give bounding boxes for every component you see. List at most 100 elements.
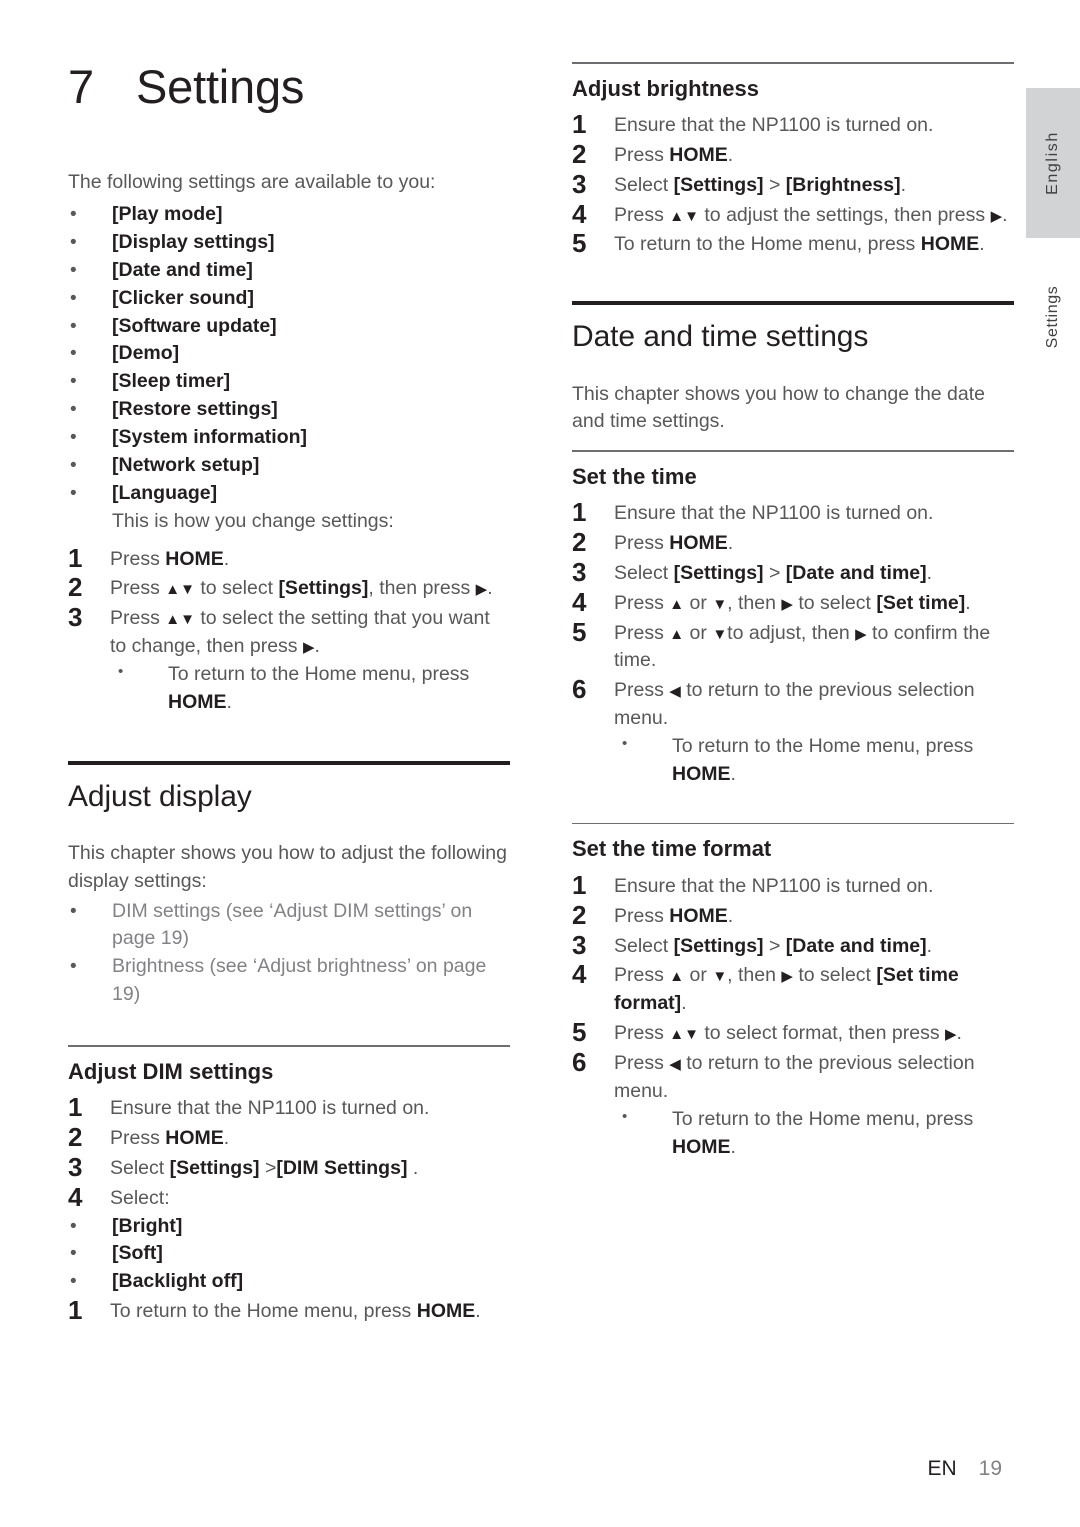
how-to-line: This is how you change settings: xyxy=(68,508,510,536)
step-text-post: . xyxy=(475,1300,481,1323)
bullet-icon: • xyxy=(70,427,77,449)
note-text-post: . xyxy=(730,762,736,785)
step-item: 3 Select [Settings] >[DIM Settings] . xyxy=(68,1152,510,1183)
cross-reference-link[interactable]: Brightness (see ‘Adjust brightness’ on p… xyxy=(112,953,510,1009)
step-text-mid: > xyxy=(259,1156,277,1179)
step-text-pre: Press xyxy=(110,1126,166,1149)
bullet-icon: • xyxy=(70,259,77,281)
list-item: • [Language] xyxy=(68,480,510,508)
step-text: Ensure that the NP1100 is turned on. xyxy=(110,1097,430,1120)
step-item: 3 Press ▲▼ to select the setting that yo… xyxy=(68,603,510,661)
cross-reference-link[interactable]: DIM settings (see ‘Adjust DIM settings’ … xyxy=(112,898,510,954)
step-text-mid: > xyxy=(763,173,786,196)
step-number: 3 xyxy=(68,602,83,633)
step-text: Press HOME. xyxy=(614,528,1014,558)
left-column: 7 Settings The following settings are av… xyxy=(68,62,510,1326)
right-arrow-icon: ▶ xyxy=(302,639,315,657)
bullet-icon: • xyxy=(70,956,77,978)
step-number: 2 xyxy=(68,1121,83,1152)
key-label: HOME xyxy=(165,1126,224,1149)
key-label: HOME xyxy=(920,233,980,256)
section-divider xyxy=(68,760,510,765)
list-item: • [Display settings] xyxy=(68,229,510,257)
section-title-adjust-display: Adjust display xyxy=(68,779,252,813)
list-item: • [Backlight off] xyxy=(68,1268,510,1296)
bullet-spacer xyxy=(68,508,112,536)
step-text-post: . xyxy=(956,1022,962,1045)
step-text-pre: Press xyxy=(110,607,166,630)
bullet-icon: • xyxy=(70,399,77,421)
bullet-icon: • xyxy=(70,315,77,337)
subsection-title-set-time: Set the time xyxy=(572,463,697,489)
step-text-post: . xyxy=(965,591,971,614)
step-number: 4 xyxy=(68,1181,83,1212)
step-text-pre: Press xyxy=(614,143,670,166)
section-title-date-time: Date and time settings xyxy=(572,320,869,354)
step-text-post: . xyxy=(727,904,734,927)
adjust-display-body: This chapter shows you how to adjust the… xyxy=(68,842,507,892)
note-text-post: . xyxy=(226,690,232,713)
step-text-mid: to select xyxy=(194,577,279,600)
right-arrow-icon: ▶ xyxy=(781,968,793,986)
up-arrow-icon: ▲ xyxy=(669,625,685,643)
list-item: • [Software update] xyxy=(68,313,510,341)
key-label: HOME xyxy=(165,547,224,570)
right-arrow-icon: ▶ xyxy=(855,625,867,643)
list-item-label: [Demo] xyxy=(112,342,180,365)
step-text-pre: Select xyxy=(614,934,674,957)
step-text: Press HOME. xyxy=(614,140,1014,170)
footer-language-code: EN xyxy=(927,1457,957,1480)
subsection-title-adjust-dim: Adjust DIM settings xyxy=(68,1058,274,1084)
step-item: 2 Press ▲▼ to select [Settings], then pr… xyxy=(68,573,510,603)
note-text-pre: To return to the Home menu, press xyxy=(672,1107,974,1130)
set-time-format-steps: 1 Ensure that the NP1100 is turned on. 2… xyxy=(572,870,1014,1162)
step-item: 3 Select [Settings] > [Brightness]. xyxy=(572,169,1014,200)
note-text: To return to the Home menu, press HOME. xyxy=(672,733,1014,789)
step-note: • To return to the Home menu, press HOME… xyxy=(572,1106,1014,1162)
note-item: • To return to the Home menu, press HOME… xyxy=(614,733,1014,789)
set-time-steps: 1 Ensure that the NP1100 is turned on. 2… xyxy=(572,498,1014,789)
step-item: 1 Ensure that the NP1100 is turned on. xyxy=(572,109,1014,140)
bullet-icon: • xyxy=(70,287,77,309)
bullet-icon: • xyxy=(70,482,77,504)
step-text: Press ▲ or ▼, then ▶ to select [Set time… xyxy=(614,588,1014,618)
step-item: 6 Press ◀ to return to the previous sele… xyxy=(572,675,1014,733)
step-text-post: . xyxy=(681,992,687,1015)
step-text: Ensure that the NP1100 is turned on. xyxy=(614,874,934,897)
step-item: 2 Press HOME. xyxy=(572,139,1014,170)
step-number: 5 xyxy=(572,616,587,647)
list-item-label: [Clicker sound] xyxy=(112,286,254,309)
bullet-icon: • xyxy=(118,663,124,681)
step-text-post: . xyxy=(926,561,933,584)
step-text-pre: To return to the Home menu, press xyxy=(614,233,921,256)
step-text-mid: or xyxy=(684,591,713,614)
subsection-title-set-time-format: Set the time format xyxy=(572,836,772,862)
step-text: To return to the Home menu, press HOME. xyxy=(110,1296,510,1326)
step-text-pre: Press xyxy=(614,904,670,927)
step-number: 1 xyxy=(68,1295,83,1326)
step-text: Select [Settings] > [Date and time]. xyxy=(614,558,1014,588)
step-text: Press HOME. xyxy=(614,901,1014,931)
section-divider xyxy=(572,301,1014,306)
how-to-label: This is how you change settings: xyxy=(112,509,394,532)
step-number: 1 xyxy=(68,1092,83,1123)
note-item: • To return to the Home menu, press HOME… xyxy=(110,661,510,717)
step-text-tail: . xyxy=(314,635,320,658)
option-label: [Backlight off] xyxy=(112,1270,244,1293)
step-number: 4 xyxy=(572,198,587,229)
step-number: 2 xyxy=(572,899,587,930)
left-arrow-icon: ◀ xyxy=(669,683,681,701)
bullet-icon: • xyxy=(622,1107,628,1125)
key-label: HOME xyxy=(669,143,728,166)
step-number: 5 xyxy=(572,228,587,259)
step-text-pre: Press xyxy=(614,1022,670,1045)
step-text: To return to the Home menu, press HOME. xyxy=(614,229,1014,259)
step-item: 4 Press ▲▼ to adjust the settings, then … xyxy=(572,198,1014,230)
step-text: Press ▲▼ to select the setting that you … xyxy=(110,603,510,661)
right-arrow-icon: ▶ xyxy=(990,207,1003,225)
step-text-post: , then press xyxy=(368,577,476,600)
subsection-divider xyxy=(572,62,1014,64)
list-item-label: [Software update] xyxy=(112,314,277,337)
step-text-mid2: , then xyxy=(727,964,782,987)
bullet-icon: • xyxy=(70,1271,77,1293)
